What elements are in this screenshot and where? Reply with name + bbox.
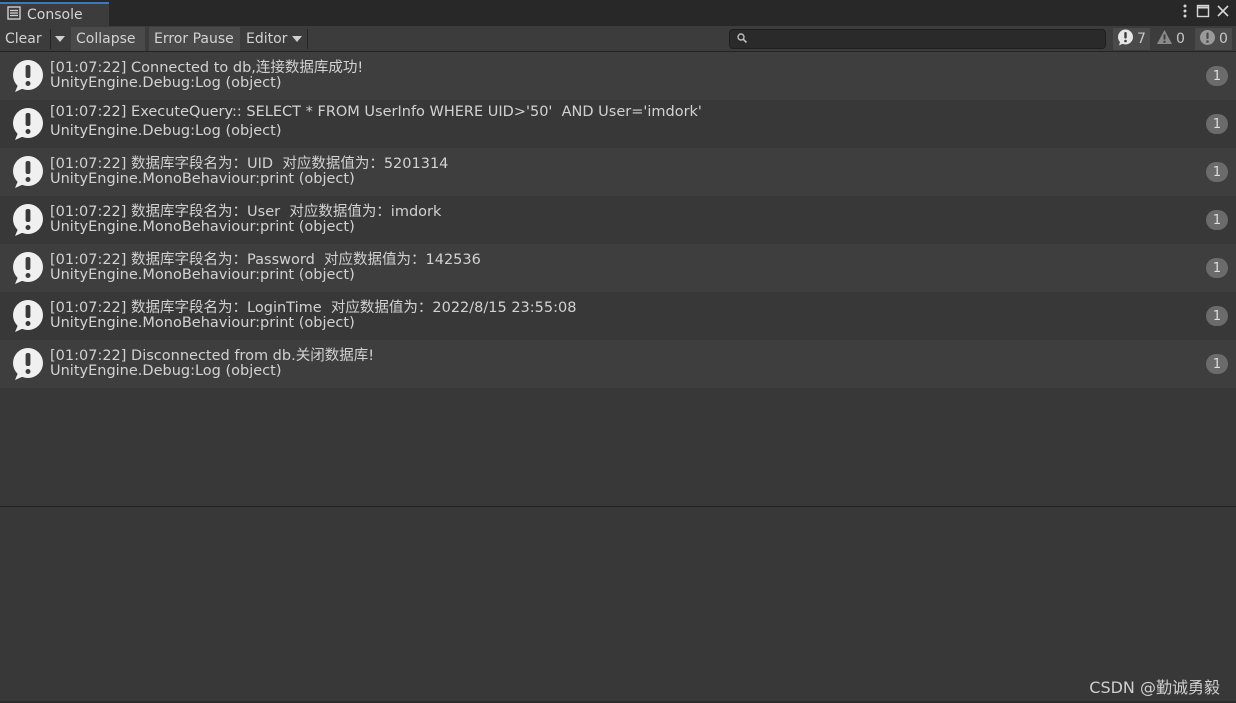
detail-pane bbox=[0, 507, 1236, 701]
warning-icon bbox=[1156, 29, 1173, 49]
error-icon bbox=[1199, 29, 1216, 50]
log-entry[interactable]: [01:07:22] 数据库字段名为：Password 对应数据值为：14253… bbox=[0, 244, 1236, 292]
log-entry[interactable]: [01:07:22] Connected to db,连接数据库成功! Unit… bbox=[0, 52, 1236, 100]
collapse-toggle[interactable]: Collapse bbox=[71, 27, 145, 51]
log-info-icon bbox=[11, 203, 45, 241]
search-icon bbox=[736, 32, 748, 48]
log-message: [01:07:22] 数据库字段名为：LoginTime 对应数据值为：2022… bbox=[50, 300, 577, 316]
log-stack: UnityEngine.MonoBehaviour:print (object) bbox=[50, 267, 355, 283]
log-info-icon bbox=[11, 299, 45, 337]
chevron-down-icon bbox=[292, 36, 303, 42]
tab-bar: Console bbox=[0, 0, 1236, 26]
log-count-badge: 1 bbox=[1206, 66, 1228, 86]
log-count-toggle[interactable]: 7 bbox=[1113, 28, 1150, 50]
editor-label: Editor bbox=[246, 31, 288, 47]
log-stack: UnityEngine.Debug:Log (object) bbox=[50, 123, 282, 139]
log-count-badge: 1 bbox=[1206, 210, 1228, 230]
log-entry[interactable]: [01:07:22] 数据库字段名为：User 对应数据值为：imdork Un… bbox=[0, 196, 1236, 244]
close-icon[interactable] bbox=[1216, 4, 1230, 22]
collapse-label: Collapse bbox=[76, 31, 136, 47]
log-count-badge: 1 bbox=[1206, 354, 1228, 374]
search-input[interactable] bbox=[729, 29, 1106, 49]
watermark: CSDN @勤诚勇毅 bbox=[1089, 678, 1220, 697]
clear-options-dropdown[interactable] bbox=[51, 27, 69, 51]
error-count: 0 bbox=[1219, 31, 1228, 47]
log-info-icon bbox=[11, 251, 45, 289]
log-stack: UnityEngine.MonoBehaviour:print (object) bbox=[50, 171, 355, 187]
log-entry[interactable]: [01:07:22] ExecuteQuery:: SELECT * FROM … bbox=[0, 100, 1236, 148]
log-count-badge: 1 bbox=[1206, 258, 1228, 278]
error-pause-toggle[interactable]: Error Pause bbox=[149, 27, 240, 51]
error-count-toggle[interactable]: 0 bbox=[1195, 28, 1232, 50]
log-message: [01:07:22] 数据库字段名为：Password 对应数据值为：14253… bbox=[50, 252, 481, 268]
more-options-icon[interactable] bbox=[1180, 3, 1190, 23]
log-count-badge: 1 bbox=[1206, 114, 1228, 134]
log-message: [01:07:22] 数据库字段名为：UID 对应数据值为：5201314 bbox=[50, 156, 449, 172]
log-stack: UnityEngine.Debug:Log (object) bbox=[50, 363, 282, 379]
log-message: [01:07:22] ExecuteQuery:: SELECT * FROM … bbox=[50, 104, 702, 120]
log-stack: UnityEngine.MonoBehaviour:print (object) bbox=[50, 219, 355, 235]
log-count-badge: 1 bbox=[1206, 306, 1228, 326]
log-info-icon bbox=[11, 347, 45, 385]
log-info-icon bbox=[11, 59, 45, 97]
log-stack: UnityEngine.Debug:Log (object) bbox=[50, 75, 282, 91]
toolbar-separator bbox=[307, 29, 308, 49]
console-list-icon bbox=[7, 6, 21, 24]
chevron-down-icon bbox=[55, 36, 65, 42]
info-icon bbox=[1117, 29, 1134, 50]
log-message: [01:07:22] Connected to db,连接数据库成功! bbox=[50, 60, 364, 76]
log-info-icon bbox=[11, 107, 45, 145]
log-entry[interactable]: [01:07:22] 数据库字段名为：UID 对应数据值为：5201314 Un… bbox=[0, 148, 1236, 196]
maximize-icon[interactable] bbox=[1196, 4, 1210, 22]
warning-count: 0 bbox=[1176, 31, 1185, 47]
error-pause-label: Error Pause bbox=[154, 31, 234, 47]
window-actions bbox=[1180, 4, 1230, 22]
log-info-icon bbox=[11, 155, 45, 193]
clear-label: Clear bbox=[5, 31, 42, 47]
log-stack: UnityEngine.MonoBehaviour:print (object) bbox=[50, 315, 355, 331]
log-entry[interactable]: [01:07:22] Disconnected from db.关闭数据库! U… bbox=[0, 340, 1236, 388]
log-count-badge: 1 bbox=[1206, 162, 1228, 182]
log-message: [01:07:22] 数据库字段名为：User 对应数据值为：imdork bbox=[50, 204, 442, 220]
editor-dropdown[interactable]: Editor bbox=[241, 27, 307, 51]
log-message: [01:07:22] Disconnected from db.关闭数据库! bbox=[50, 348, 375, 364]
clear-button[interactable]: Clear bbox=[0, 27, 47, 51]
tab-title: Console bbox=[27, 7, 83, 23]
log-list: [01:07:22] Connected to db,连接数据库成功! Unit… bbox=[0, 52, 1236, 506]
warning-count-toggle[interactable]: 0 bbox=[1152, 28, 1189, 50]
tab-console[interactable]: Console bbox=[0, 2, 109, 26]
log-entry[interactable]: [01:07:22] 数据库字段名为：LoginTime 对应数据值为：2022… bbox=[0, 292, 1236, 340]
log-count: 7 bbox=[1137, 31, 1146, 47]
